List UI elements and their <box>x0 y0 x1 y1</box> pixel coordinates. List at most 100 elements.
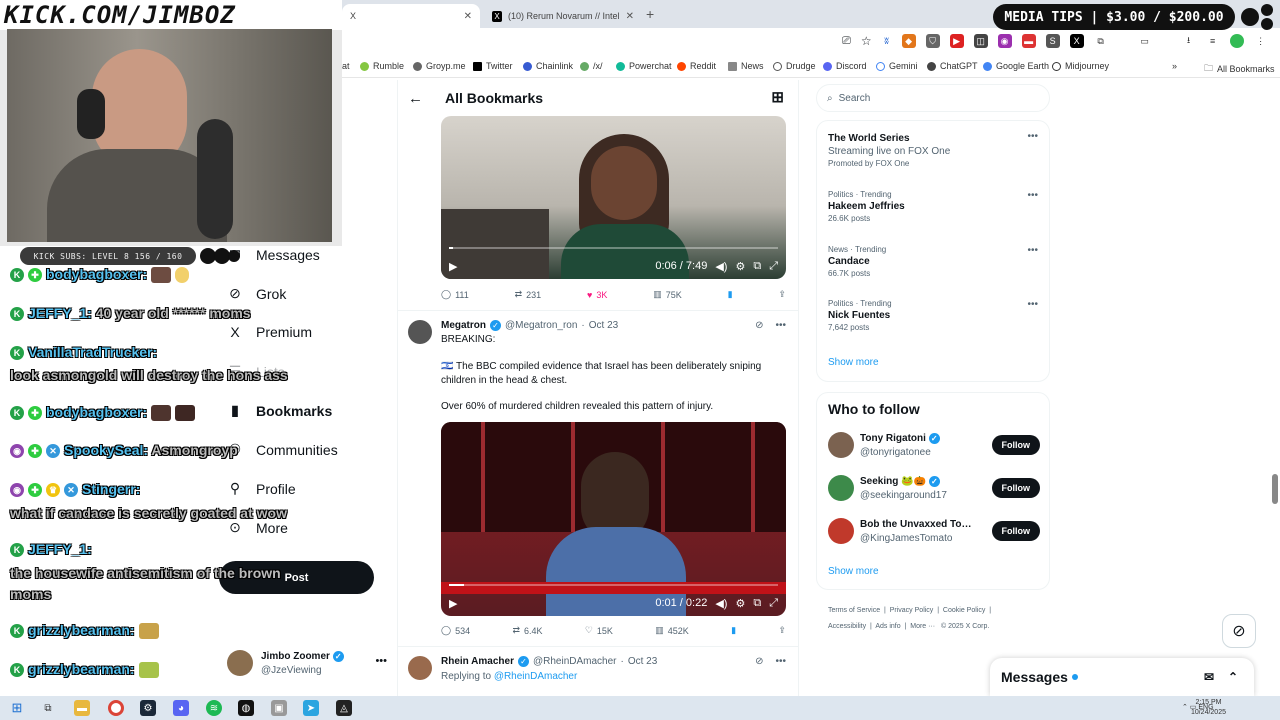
obs-icon[interactable]: ◍ <box>238 700 254 716</box>
account-switcher[interactable]: Jimbo Zoomer ✓ @JzeViewing ••• <box>227 650 387 680</box>
video-player[interactable]: ▶ 0:06 / 7:49 ◀) ⚙ ⧉ ⤢ <box>441 116 786 279</box>
tweet-author[interactable]: Megatron <box>441 320 486 331</box>
nav-profile[interactable]: ⚲ Profile <box>228 480 296 497</box>
play-icon[interactable]: ▶ <box>449 260 457 273</box>
grok-button[interactable]: ⊘ <box>1222 614 1256 648</box>
video-ext-icon[interactable]: ▶ <box>949 34 964 48</box>
follow-suggestion[interactable]: Bob the Unvaxxed Tom... @KingJamesTomato… <box>828 518 1040 548</box>
reply-button[interactable]: ◯ 111 <box>441 289 469 300</box>
new-message-icon[interactable]: ✉ <box>1204 670 1214 684</box>
tab-rerum[interactable]: X (10) Rerum Novarum // Intel, B ✕ <box>484 4 642 28</box>
tweet-handle[interactable]: @Megatron_ron <box>505 320 577 331</box>
follow-button[interactable]: Follow <box>991 521 1040 541</box>
nav-more[interactable]: ⊙ More <box>228 519 288 536</box>
file-explorer-icon[interactable]: ▬ <box>74 700 90 716</box>
close-icon[interactable]: ✕ <box>464 11 472 22</box>
bookmark-item[interactable]: Groyp.me <box>413 61 466 71</box>
clock[interactable]: 2:15 PM 10/24/2025 <box>1191 698 1226 718</box>
ext-icon[interactable]: ʬ <box>881 34 892 48</box>
bookmark-item[interactable]: Rumble <box>360 61 404 71</box>
bookmark-item[interactable]: /x/ <box>580 61 603 71</box>
more-icon[interactable]: ••• <box>375 655 387 667</box>
views-button[interactable]: ▥ 452K <box>655 625 689 636</box>
tab-x[interactable]: X ✕ <box>342 4 480 28</box>
steam-icon[interactable]: ⚙ <box>140 700 156 716</box>
footer-link[interactable]: Cookie Policy <box>943 607 985 614</box>
repost-button[interactable]: ⇄ 6.4K <box>512 625 542 636</box>
all-bookmarks[interactable]: 🗀 All Bookmarks <box>1204 61 1275 77</box>
pip-icon[interactable]: ⧉ <box>753 260 761 273</box>
shield-icon[interactable]: ⛉ <box>925 34 940 48</box>
download-icon[interactable]: ⭳ <box>1181 34 1196 48</box>
trend-item[interactable]: News · Trending Candace 66.7K posts ••• <box>828 245 1038 278</box>
new-tab-icon[interactable]: + <box>646 6 654 22</box>
repost-button[interactable]: ⇄ 231 <box>515 289 542 300</box>
discord-icon[interactable]: ◕ <box>173 700 189 716</box>
fullscreen-icon[interactable]: ⤢ <box>769 597 778 610</box>
avatar[interactable] <box>408 320 432 344</box>
follow-suggestion[interactable]: Seeking 🐸🎃 ✓ @seekingaround17 Follow <box>828 475 1040 505</box>
follow-suggestion[interactable]: Tony Rigatoni ✓ @tonyrigatonee Follow <box>828 432 1040 462</box>
chrome-icon[interactable] <box>108 700 124 716</box>
bookmark-button[interactable]: ▮ <box>728 289 733 300</box>
ext-icon[interactable]: ▬ <box>1021 34 1036 48</box>
tweet-date[interactable]: Oct 23 <box>589 320 618 331</box>
bookmark-item[interactable]: Midjourney <box>1052 61 1109 71</box>
pip-icon[interactable]: ⧉ <box>753 597 761 610</box>
footer-link[interactable]: Accessibility <box>828 623 866 630</box>
tweet-author[interactable]: Rhein Amacher <box>441 656 514 667</box>
cast-icon[interactable]: ⎚ <box>842 35 851 48</box>
metamask-icon[interactable]: ◆ <box>901 34 916 48</box>
more-icon[interactable]: ••• <box>1027 131 1038 142</box>
bookmark-item[interactable]: Google Earth <box>983 61 1049 71</box>
trend-item[interactable]: Politics · Trending Hakeem Jeffries 26.6… <box>828 190 1038 223</box>
nav-communities[interactable]: ⚇ Communities <box>228 441 338 458</box>
bookmark-item[interactable]: ChatGPT <box>927 61 978 71</box>
share-button[interactable]: ⇪ <box>778 289 786 300</box>
app-icon[interactable]: ◬ <box>336 700 352 716</box>
tweet-date[interactable]: Oct 23 <box>628 656 657 667</box>
show-more-link[interactable]: Show more <box>828 357 879 368</box>
bookmark-item[interactable]: Reddit <box>677 61 716 71</box>
kebab-menu-icon[interactable]: ⋮ <box>1253 34 1268 48</box>
bookmark-item[interactable]: at <box>342 61 350 71</box>
follow-button[interactable]: Follow <box>991 478 1040 498</box>
play-icon[interactable]: ▶ <box>449 597 457 610</box>
like-button[interactable]: ♡ 15K <box>585 625 613 636</box>
volume-icon[interactable]: ◀) <box>715 260 727 273</box>
sidebar-icon[interactable]: ▭ <box>1137 34 1152 48</box>
video-progress[interactable] <box>449 584 778 586</box>
bookmark-add-icon[interactable]: ⊞ <box>771 88 784 106</box>
bookmark-item[interactable]: Twitter <box>473 61 513 71</box>
grok-icon[interactable]: ⊘ <box>755 320 763 331</box>
telegram-icon[interactable]: ➤ <box>303 700 319 716</box>
nav-premium[interactable]: X Premium <box>228 324 312 340</box>
bookmark-item[interactable]: Gemini <box>876 61 918 71</box>
reply-button[interactable]: ◯ 534 <box>441 625 470 636</box>
share-button[interactable]: ⇪ <box>778 625 786 636</box>
app-icon[interactable]: ▣ <box>271 700 287 716</box>
bookmark-button[interactable]: ▮ <box>731 625 736 636</box>
trend-item[interactable]: Politics · Trending Nick Fuentes 7,642 p… <box>828 299 1038 332</box>
more-icon[interactable]: ••• <box>1027 299 1038 310</box>
footer-link[interactable]: Privacy Policy <box>890 607 934 614</box>
task-view-icon[interactable]: ⧉ <box>40 700 56 716</box>
avatar[interactable] <box>408 656 432 680</box>
fullscreen-icon[interactable]: ⤢ <box>769 260 778 273</box>
video-progress[interactable] <box>449 247 778 249</box>
close-icon[interactable]: ✕ <box>626 11 634 22</box>
settings-icon[interactable]: ⚙ <box>735 260 745 273</box>
menu-list-icon[interactable]: ≡ <box>1205 34 1220 48</box>
ext-icon[interactable]: S <box>1045 34 1060 48</box>
more-icon[interactable]: ••• <box>775 656 786 667</box>
video-player[interactable]: ▶ 0:01 / 0:22 ◀) ⚙ ⧉ ⤢ <box>441 422 786 616</box>
grok-icon[interactable]: ⊘ <box>755 656 763 667</box>
windows-start-icon[interactable]: ⊞ <box>9 700 25 716</box>
trend-item[interactable]: The World Series Streaming live on FOX O… <box>828 131 1038 168</box>
views-button[interactable]: ▥ 75K <box>653 289 682 300</box>
like-button[interactable]: ♥ 3K <box>587 289 607 300</box>
footer-link[interactable]: Ads info <box>875 623 900 630</box>
bookmark-item[interactable]: News <box>728 61 764 71</box>
footer-link[interactable]: More ··· <box>910 623 935 630</box>
tweet-handle[interactable]: @RheinDAmacher <box>533 656 617 667</box>
